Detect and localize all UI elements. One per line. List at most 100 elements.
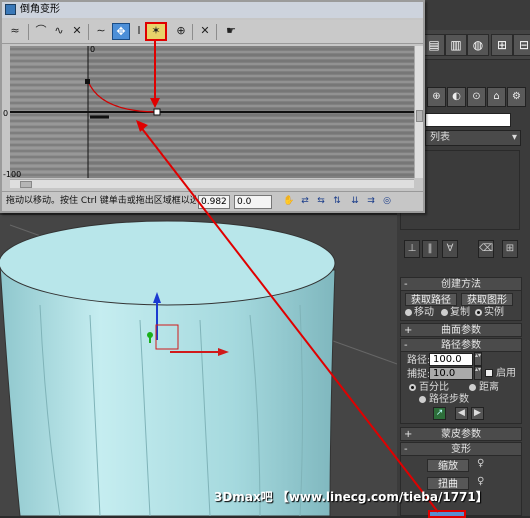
control-point[interactable] — [85, 79, 90, 84]
rollout-header[interactable]: - 变形 — [401, 443, 521, 456]
path-label: 路径: — [407, 355, 431, 366]
panel-tool-button[interactable]: ⊟ — [513, 34, 530, 56]
radio-move[interactable] — [405, 309, 412, 316]
zoom-region-icon[interactable]: ◎ — [380, 195, 394, 209]
stack-buttons: ⊥ ‖ ∀ ⌫ ⊞ — [402, 240, 522, 262]
zoom-horizontal-icon[interactable]: ⇉ — [364, 195, 378, 209]
delete-control-point-icon[interactable]: ⊕ — [172, 23, 190, 40]
control-point-selected[interactable] — [153, 108, 161, 116]
enable-label: 启用 — [496, 368, 516, 379]
remove-modifier-button[interactable]: ⌫ — [478, 240, 494, 258]
get-path-button[interactable]: 获取路径 — [405, 293, 457, 306]
bevel-deform-button-highlighted[interactable] — [428, 510, 466, 518]
watermark: 3Dmax吧 【www.linecg.com/tieba/1771】 — [214, 490, 488, 504]
toolbar-separator — [28, 24, 29, 40]
tab-hierarchy[interactable]: ◐ — [447, 87, 466, 107]
insert-corner-point-icon[interactable]: ✶ — [145, 22, 167, 41]
graph-vertical-scrollbar[interactable] — [414, 46, 423, 178]
dialog-toolbar: ≈ ⌒ ∿ ✕ ∼ ✥ Ⅰ ✶ ⊕ ✕ ☛ — [2, 20, 423, 44]
axis-label-top: 0 — [90, 46, 96, 54]
graph-horizontal-scrollbar[interactable] — [10, 179, 414, 188]
panel-tool-button[interactable]: ▤ — [423, 34, 445, 56]
configure-sets-button[interactable]: ⊞ — [502, 240, 518, 258]
snap-label: 捕捉: — [407, 369, 431, 380]
path-value-field[interactable]: 100.0 — [429, 353, 473, 366]
curve-display-icon[interactable]: ⌒ — [32, 23, 50, 40]
point-y-field[interactable]: 0.0 — [234, 195, 272, 209]
curve-y-icon[interactable]: ∿ — [50, 23, 68, 40]
get-shape-button[interactable]: 获取图形 — [461, 293, 513, 306]
zoom-extents-icon[interactable]: ⇄ — [298, 195, 312, 209]
pan-icon[interactable]: ✋ — [282, 195, 296, 209]
enable-checkbox[interactable] — [485, 369, 493, 377]
axis-label-min: -100 — [3, 170, 22, 179]
bulb-icon[interactable]: ♀ — [477, 476, 484, 487]
gizmo-y-handle — [147, 332, 153, 338]
radio-percent[interactable] — [409, 384, 416, 391]
rollout-creation-method: - 创建方法 获取路径 获取图形 移动 复制 实例 — [400, 277, 522, 321]
toolbar-separator — [192, 24, 193, 40]
percent-label: 百分比 — [419, 382, 449, 393]
perspective-viewport[interactable] — [0, 215, 400, 516]
rollout-title: 蒙皮参数 — [441, 429, 481, 440]
scale-deform-button[interactable]: 缩放 — [427, 459, 469, 472]
radio-instance[interactable] — [475, 309, 482, 316]
next-shape-icon[interactable]: ▶ — [471, 407, 484, 420]
snap-value-field[interactable]: 10.0 — [429, 367, 473, 380]
scroll-thumb[interactable] — [416, 110, 423, 122]
tab-display[interactable]: ⌂ — [487, 87, 506, 107]
dialog-title: 倒角变形 — [20, 4, 60, 15]
point-x-field[interactable]: 0.982 — [198, 195, 230, 209]
modifier-list-dropdown[interactable]: 列表 ▾ — [425, 130, 521, 146]
tab-motion[interactable]: ⊙ — [467, 87, 486, 107]
prev-shape-icon[interactable]: ◀ — [455, 407, 468, 420]
deformation-graph[interactable]: 0 — [10, 46, 414, 178]
object-name-field[interactable] — [425, 113, 511, 127]
tab-modify[interactable]: ⊕ — [427, 87, 446, 107]
axis-label-zero: 0 — [3, 109, 9, 118]
graph-canvas — [10, 46, 414, 178]
rollout-skin-params: + 蒙皮参数 — [400, 427, 522, 441]
viewport-scene — [0, 220, 400, 516]
rollout-header[interactable]: + 蒙皮参数 — [401, 428, 521, 441]
make-unique-button[interactable]: ∀ — [442, 240, 458, 258]
tab-utilities[interactable]: ⚙ — [507, 87, 526, 107]
snap-spinner[interactable]: ▴▾ — [474, 366, 482, 380]
command-panel-tabs: ⊕ ◐ ⊙ ⌂ ⚙ — [427, 87, 530, 109]
dialog-app-icon — [5, 4, 16, 15]
status-prompt: 拖动以移动。按住 Ctrl 键单击或拖出区域框以选 — [6, 196, 196, 206]
cylinder-top-cap[interactable] — [0, 220, 336, 306]
radio-distance[interactable] — [469, 384, 476, 391]
zoom-vertical-extents-icon[interactable]: ⇅ — [330, 195, 344, 209]
swap-curves-icon[interactable]: ∼ — [92, 23, 110, 40]
rollout-title: 创建方法 — [441, 279, 481, 290]
radio-copy[interactable] — [441, 309, 448, 316]
dialog-title-bar[interactable]: 倒角变形 — [2, 2, 423, 18]
rollout-header[interactable]: - 路径参数 — [401, 339, 521, 352]
scroll-thumb[interactable] — [20, 181, 32, 188]
rollout-title: 路径参数 — [441, 340, 481, 351]
show-end-result-button[interactable]: ‖ — [422, 240, 438, 258]
bevel-deformation-dialog: 倒角变形 ≈ ⌒ ∿ ✕ ∼ ✥ Ⅰ ✶ ⊕ ✕ ☛ 0 0 -100 拖动以移… — [0, 0, 425, 213]
rollout-surface-params: + 曲面参数 — [400, 323, 522, 337]
rollout-header[interactable]: - 创建方法 — [401, 278, 521, 291]
make-symmetrical-icon[interactable]: ≈ — [6, 23, 24, 40]
bulb-icon[interactable]: ♀ — [477, 458, 484, 469]
zoom-horizontal-extents-icon[interactable]: ⇆ — [314, 195, 328, 209]
path-spinner[interactable]: ▴▾ — [474, 352, 482, 366]
rollout-header[interactable]: + 曲面参数 — [401, 324, 521, 337]
curve-xy-icon[interactable]: ✕ — [68, 23, 86, 40]
panel-tool-button[interactable]: ▥ — [445, 34, 467, 56]
dialog-status-bar: 拖动以移动。按住 Ctrl 键单击或拖出区域框以选 0.982 0.0 ✋ ⇄ … — [2, 191, 423, 211]
panel-tool-button[interactable]: ⊞ — [491, 34, 513, 56]
move-control-point-icon[interactable]: ✥ — [112, 23, 130, 40]
pick-path-icon[interactable]: ↗ — [433, 407, 446, 420]
pin-stack-button[interactable]: ⊥ — [404, 240, 420, 258]
toolbar-separator — [88, 24, 89, 40]
zoom-vertical-icon[interactable]: ⇊ — [348, 195, 362, 209]
modifier-list-label: 列表 — [430, 132, 450, 143]
radio-path-steps[interactable] — [419, 396, 426, 403]
bevel-fit-icon[interactable]: ☛ — [222, 23, 240, 40]
reset-curve-icon[interactable]: ✕ — [196, 23, 214, 40]
panel-tool-button[interactable]: ◍ — [467, 34, 489, 56]
